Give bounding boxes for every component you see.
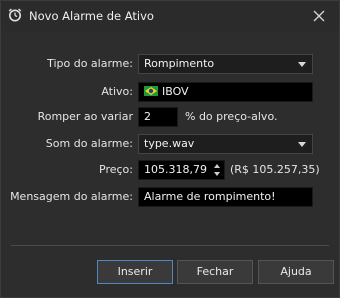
sound-value: type.wav — [144, 137, 195, 150]
insert-button[interactable]: Inserir — [97, 260, 173, 284]
price-input[interactable]: 105.318,79 — [138, 160, 225, 180]
price-reference: (R$ 105.257,35) — [230, 163, 320, 176]
message-row: Mensagem do alarme: Alarme de rompimento… — [1, 187, 339, 207]
window-title: Novo Alarme de Ativo — [29, 9, 154, 23]
brazil-flag-icon — [144, 86, 158, 96]
alarm-type-select[interactable]: Rompimento — [138, 54, 313, 74]
help-button[interactable]: Ajuda — [258, 260, 334, 284]
break-variation-row: Romper ao variar 2 % do preço-alvo. — [1, 107, 339, 127]
asset-value: IBOV — [162, 85, 189, 98]
message-value: Alarme de rompimento! — [144, 190, 276, 203]
divider — [11, 245, 329, 246]
price-value: 105.318,79 — [144, 163, 207, 176]
chevron-down-icon[interactable] — [298, 142, 306, 147]
chevron-down-icon[interactable] — [298, 62, 306, 67]
asset-field[interactable]: IBOV — [138, 82, 313, 102]
break-variation-suffix: % do preço-alvo. — [185, 110, 278, 123]
close-icon[interactable] — [309, 6, 329, 26]
break-variation-value: 2 — [144, 110, 151, 123]
sound-select[interactable]: type.wav — [138, 134, 313, 154]
close-button[interactable]: Fechar — [177, 260, 253, 284]
alarm-clock-icon — [8, 8, 22, 22]
alarm-type-row: Tipo do alarme: Rompimento — [1, 54, 339, 74]
alarm-type-label: Tipo do alarme: — [47, 57, 133, 70]
break-variation-label: Romper ao variar — [37, 110, 133, 123]
alarm-type-value: Rompimento — [144, 57, 215, 70]
break-variation-input[interactable]: 2 — [138, 107, 178, 127]
spin-down-icon[interactable] — [214, 172, 220, 176]
asset-row: Ativo: IBOV — [1, 82, 339, 102]
message-label: Mensagem do alarme: — [10, 190, 133, 203]
spin-buttons[interactable] — [213, 162, 223, 178]
sound-row: Som do alarme: type.wav — [1, 134, 339, 154]
title-bar: Novo Alarme de Ativo — [1, 1, 339, 31]
message-input[interactable]: Alarme de rompimento! — [138, 187, 313, 207]
sound-label: Som do alarme: — [45, 137, 133, 150]
asset-label: Ativo: — [101, 85, 133, 98]
price-row: Preço: 105.318,79 (R$ 105.257,35) — [1, 160, 339, 180]
dialog-window: Novo Alarme de Ativo Tipo do alarme: Rom… — [0, 0, 340, 298]
spin-up-icon[interactable] — [214, 164, 220, 168]
price-label: Preço: — [99, 163, 133, 176]
